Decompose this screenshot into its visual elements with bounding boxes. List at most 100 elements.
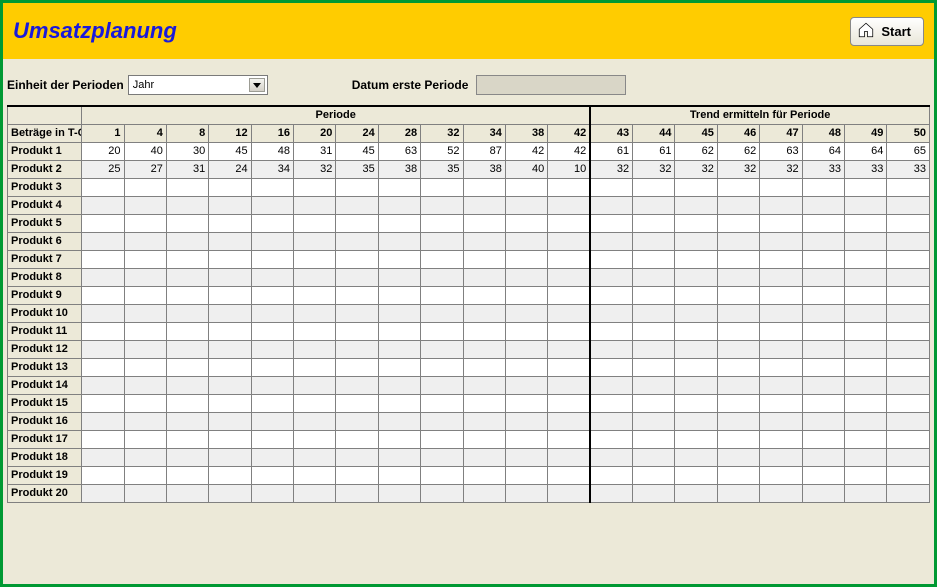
cell-periode[interactable] <box>251 484 293 502</box>
cell-trend[interactable] <box>633 340 675 358</box>
cell-trend[interactable] <box>717 358 759 376</box>
cell-trend[interactable] <box>590 394 632 412</box>
cell-periode[interactable] <box>251 448 293 466</box>
cell-periode[interactable] <box>166 196 208 214</box>
cell-periode[interactable]: 42 <box>505 142 547 160</box>
cell-periode[interactable] <box>82 394 124 412</box>
cell-trend[interactable] <box>590 322 632 340</box>
cell-periode[interactable]: 48 <box>251 142 293 160</box>
cell-trend[interactable] <box>717 340 759 358</box>
cell-periode[interactable] <box>294 484 336 502</box>
cell-periode[interactable] <box>209 178 251 196</box>
cell-periode[interactable]: 24 <box>209 160 251 178</box>
cell-periode[interactable] <box>336 178 378 196</box>
cell-trend[interactable] <box>802 322 844 340</box>
cell-periode[interactable] <box>463 268 505 286</box>
cell-trend[interactable] <box>844 430 886 448</box>
cell-periode[interactable] <box>505 250 547 268</box>
cell-trend[interactable] <box>717 214 759 232</box>
cell-trend[interactable] <box>633 214 675 232</box>
cell-periode[interactable] <box>124 340 166 358</box>
cell-trend[interactable] <box>717 250 759 268</box>
cell-periode[interactable] <box>505 268 547 286</box>
cell-trend[interactable] <box>760 322 802 340</box>
cell-trend[interactable] <box>675 304 717 322</box>
cell-periode[interactable] <box>548 286 590 304</box>
cell-periode[interactable]: 10 <box>548 160 590 178</box>
cell-periode[interactable] <box>251 178 293 196</box>
cell-trend[interactable] <box>887 466 930 484</box>
cell-periode[interactable] <box>463 358 505 376</box>
cell-trend[interactable] <box>633 250 675 268</box>
cell-periode[interactable] <box>463 466 505 484</box>
cell-periode[interactable] <box>421 466 463 484</box>
cell-periode[interactable]: 25 <box>82 160 124 178</box>
cell-trend[interactable] <box>760 196 802 214</box>
cell-periode[interactable]: 32 <box>294 160 336 178</box>
cell-trend[interactable] <box>887 358 930 376</box>
cell-periode[interactable] <box>124 430 166 448</box>
cell-periode[interactable] <box>421 358 463 376</box>
cell-trend[interactable] <box>633 178 675 196</box>
cell-periode[interactable] <box>124 484 166 502</box>
cell-trend[interactable] <box>887 340 930 358</box>
cell-trend[interactable] <box>717 178 759 196</box>
cell-periode[interactable] <box>82 286 124 304</box>
cell-trend[interactable]: 33 <box>802 160 844 178</box>
cell-trend[interactable] <box>633 394 675 412</box>
cell-trend[interactable] <box>802 376 844 394</box>
cell-trend[interactable]: 62 <box>675 142 717 160</box>
cell-trend[interactable] <box>844 214 886 232</box>
cell-periode[interactable] <box>378 340 420 358</box>
cell-periode[interactable] <box>251 340 293 358</box>
cell-trend[interactable] <box>844 196 886 214</box>
cell-periode[interactable] <box>378 268 420 286</box>
cell-periode[interactable] <box>505 484 547 502</box>
cell-periode[interactable] <box>378 394 420 412</box>
cell-trend[interactable] <box>590 340 632 358</box>
cell-periode[interactable] <box>463 448 505 466</box>
cell-trend[interactable] <box>802 430 844 448</box>
cell-periode[interactable] <box>336 304 378 322</box>
cell-trend[interactable] <box>590 214 632 232</box>
cell-periode[interactable] <box>294 196 336 214</box>
cell-periode[interactable] <box>378 466 420 484</box>
cell-trend[interactable] <box>717 448 759 466</box>
cell-periode[interactable] <box>209 376 251 394</box>
cell-periode[interactable] <box>548 304 590 322</box>
cell-trend[interactable]: 32 <box>675 160 717 178</box>
cell-trend[interactable] <box>590 304 632 322</box>
cell-periode[interactable] <box>336 214 378 232</box>
cell-periode[interactable] <box>505 430 547 448</box>
cell-periode[interactable] <box>124 304 166 322</box>
cell-periode[interactable] <box>548 394 590 412</box>
cell-trend[interactable] <box>802 466 844 484</box>
cell-trend[interactable] <box>717 394 759 412</box>
cell-trend[interactable] <box>760 430 802 448</box>
cell-trend[interactable] <box>675 430 717 448</box>
cell-periode[interactable] <box>378 430 420 448</box>
cell-periode[interactable] <box>124 466 166 484</box>
cell-trend[interactable] <box>760 304 802 322</box>
cell-trend[interactable]: 63 <box>760 142 802 160</box>
cell-periode[interactable] <box>378 448 420 466</box>
cell-trend[interactable]: 62 <box>717 142 759 160</box>
cell-trend[interactable] <box>844 268 886 286</box>
cell-periode[interactable]: 27 <box>124 160 166 178</box>
cell-trend[interactable] <box>887 286 930 304</box>
cell-trend[interactable] <box>633 430 675 448</box>
cell-trend[interactable] <box>802 448 844 466</box>
cell-trend[interactable] <box>760 286 802 304</box>
cell-trend[interactable] <box>887 232 930 250</box>
cell-periode[interactable] <box>294 430 336 448</box>
cell-trend[interactable] <box>675 358 717 376</box>
cell-periode[interactable] <box>463 394 505 412</box>
cell-trend[interactable] <box>675 376 717 394</box>
cell-periode[interactable] <box>251 250 293 268</box>
cell-periode[interactable] <box>421 340 463 358</box>
cell-trend[interactable] <box>633 304 675 322</box>
cell-trend[interactable] <box>844 466 886 484</box>
cell-periode[interactable] <box>124 394 166 412</box>
cell-trend[interactable]: 32 <box>633 160 675 178</box>
cell-periode[interactable] <box>421 268 463 286</box>
